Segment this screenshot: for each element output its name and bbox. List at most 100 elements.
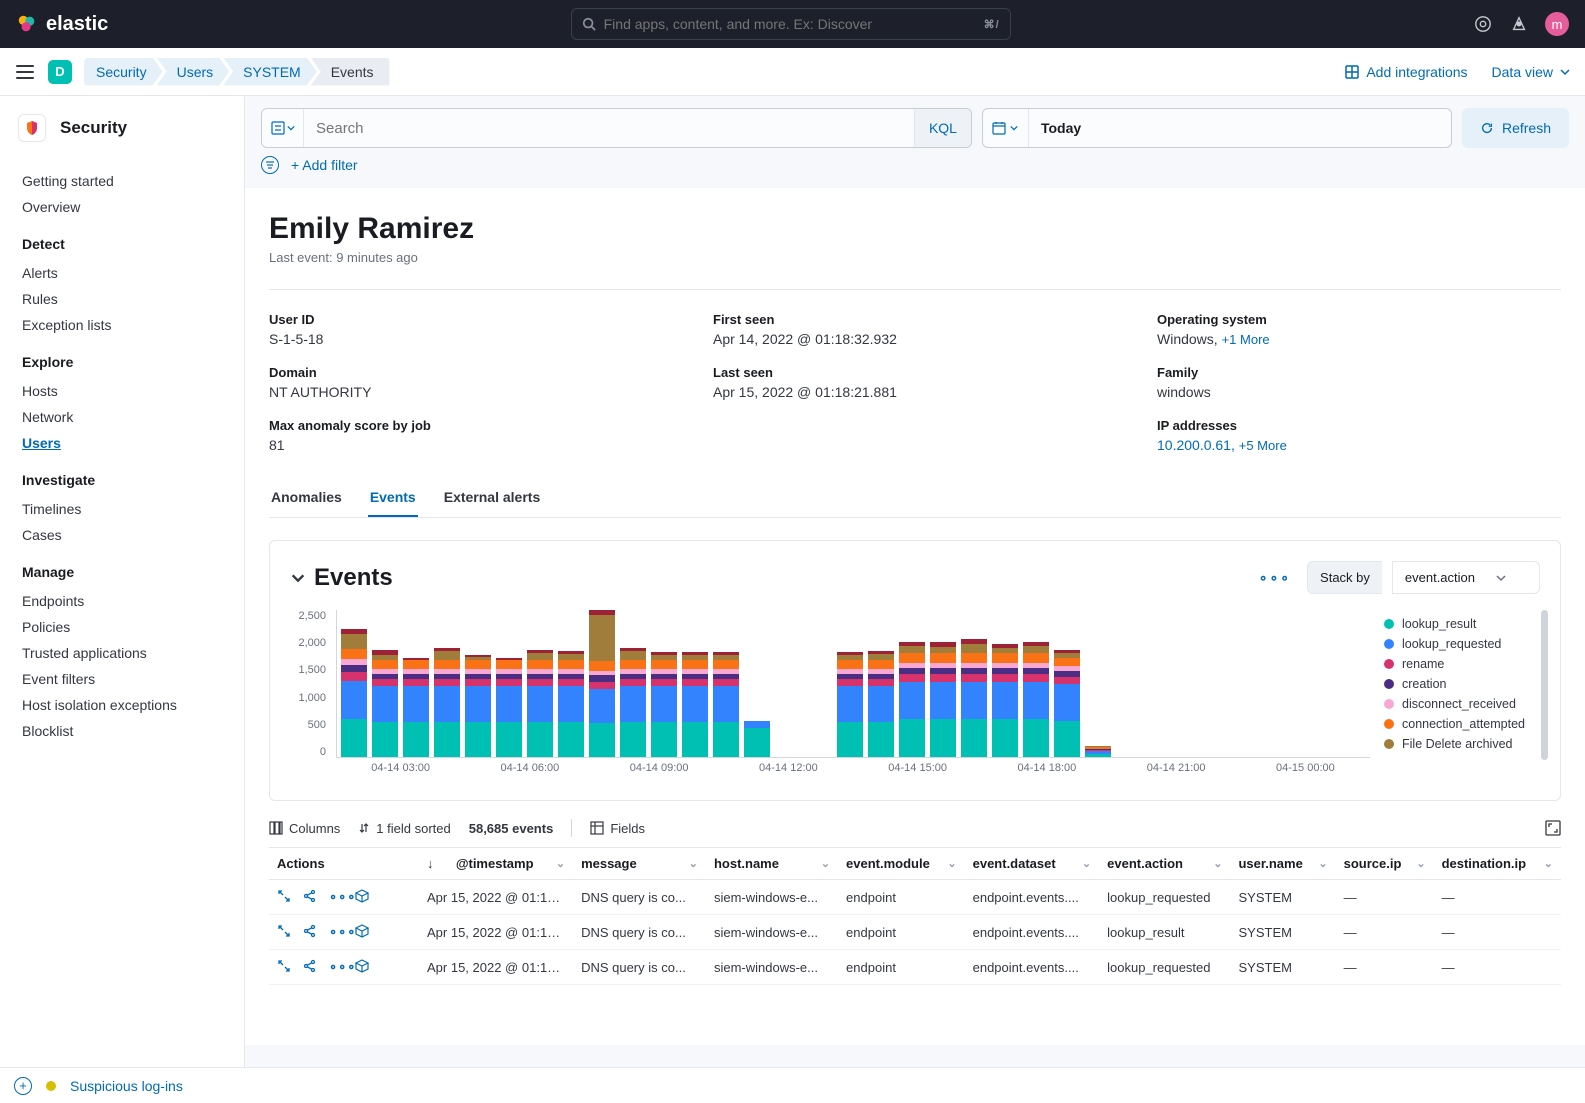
sidebar-item-hosts[interactable]: Hosts (22, 378, 222, 404)
chart-bar[interactable] (806, 610, 832, 757)
nav-toggle-icon[interactable] (14, 61, 36, 83)
chart-bar[interactable] (434, 610, 460, 757)
chevron-down-icon[interactable]: ⌄ (556, 857, 565, 870)
global-search[interactable]: ⌘/ (571, 8, 1011, 40)
sidebar-item-network[interactable]: Network (22, 404, 222, 430)
cube-icon[interactable] (355, 924, 373, 940)
more-actions-icon[interactable]: ∘∘∘ (329, 959, 347, 975)
tab-external-alerts[interactable]: External alerts (442, 479, 543, 517)
column-header[interactable]: ↓@timestamp⌄ (419, 848, 573, 880)
column-header[interactable]: host.name⌄ (706, 848, 838, 880)
sidebar-item-endpoints[interactable]: Endpoints (22, 588, 222, 614)
column-header[interactable]: event.action⌄ (1099, 848, 1230, 880)
filter-options-icon[interactable] (261, 156, 279, 174)
legend-item[interactable]: connection_attempted (1384, 714, 1540, 734)
chevron-down-icon[interactable]: ⌄ (821, 857, 830, 870)
chart-bar[interactable] (930, 610, 956, 757)
chart-bar[interactable] (775, 610, 801, 757)
chart-bar[interactable] (713, 610, 739, 757)
add-timeline-icon[interactable]: + (14, 1077, 32, 1095)
chart-bar[interactable] (558, 610, 584, 757)
chevron-down-icon[interactable]: ⌄ (1318, 857, 1327, 870)
stack-by-select[interactable]: event.action (1392, 561, 1540, 594)
sidebar-item-overview[interactable]: Overview (22, 194, 222, 220)
legend-item[interactable]: lookup_requested (1384, 634, 1540, 654)
date-picker[interactable]: Today (982, 108, 1452, 148)
chart-bar[interactable] (961, 610, 987, 757)
chevron-down-icon[interactable]: ⌄ (1082, 857, 1091, 870)
chart-bar[interactable] (620, 610, 646, 757)
chart-bar[interactable] (992, 610, 1018, 757)
global-search-input[interactable] (604, 16, 976, 32)
legend-item[interactable]: File Delete archived (1384, 734, 1540, 754)
legend-scrollbar[interactable] (1541, 610, 1548, 760)
chart-bar[interactable] (465, 610, 491, 757)
sidebar-item-alerts[interactable]: Alerts (22, 260, 222, 286)
legend-item[interactable]: creation (1384, 674, 1540, 694)
chart-bar[interactable] (341, 610, 367, 757)
os-more-link[interactable]: +1 More (1222, 332, 1270, 347)
breadcrumb-users[interactable]: Users (157, 58, 230, 86)
tab-events[interactable]: Events (368, 479, 418, 517)
expand-icon[interactable] (277, 959, 295, 975)
data-view-selector[interactable]: Data view (1492, 64, 1571, 80)
sidebar-item-trusted-applications[interactable]: Trusted applications (22, 640, 222, 666)
sidebar-item-host-isolation-exceptions[interactable]: Host isolation exceptions (22, 692, 222, 718)
add-integrations-link[interactable]: Add integrations (1344, 64, 1467, 80)
sidebar-item-getting-started[interactable]: Getting started (22, 168, 222, 194)
legend-item[interactable]: rename (1384, 654, 1540, 674)
cube-icon[interactable] (355, 889, 373, 905)
sidebar-item-blocklist[interactable]: Blocklist (22, 718, 222, 744)
query-bar[interactable]: KQL (261, 108, 972, 148)
chart-bar[interactable] (372, 610, 398, 757)
query-language[interactable]: KQL (914, 109, 971, 147)
chevron-down-icon[interactable]: ⌄ (1213, 857, 1222, 870)
chevron-down-icon[interactable]: ⌄ (1416, 857, 1425, 870)
chevron-down-icon[interactable]: ⌄ (689, 857, 698, 870)
query-options-icon[interactable] (262, 109, 304, 147)
chart-bar[interactable] (1054, 610, 1080, 757)
chart-bar[interactable] (403, 610, 429, 757)
ip-more-link[interactable]: +5 More (1239, 438, 1287, 453)
sidebar-item-timelines[interactable]: Timelines (22, 496, 222, 522)
sidebar-item-cases[interactable]: Cases (22, 522, 222, 548)
legend-item[interactable]: disconnect_received (1384, 694, 1540, 714)
breadcrumb-security[interactable]: Security (84, 58, 163, 86)
chevron-down-icon[interactable]: ⌄ (947, 857, 956, 870)
events-chart[interactable]: 2,5002,0001,5001,0005000 04-14 03:0004-1… (290, 610, 1370, 780)
column-header[interactable]: message⌄ (573, 848, 706, 880)
chart-bar[interactable] (651, 610, 677, 757)
column-header[interactable]: destination.ip⌄ (1434, 848, 1561, 880)
more-actions-icon[interactable]: ∘∘∘ (329, 889, 347, 905)
breadcrumb-system[interactable]: SYSTEM (223, 58, 317, 86)
column-header[interactable]: Actions (269, 848, 419, 880)
sort-button[interactable]: 1 field sorted (358, 821, 450, 836)
more-actions-icon[interactable]: ∘∘∘ (329, 924, 347, 940)
add-filter-button[interactable]: + Add filter (291, 157, 358, 173)
column-header[interactable]: user.name⌄ (1230, 848, 1335, 880)
chart-bar[interactable] (1085, 610, 1111, 757)
chart-bar[interactable] (682, 610, 708, 757)
analyze-icon[interactable] (303, 924, 321, 940)
chart-bar[interactable] (1023, 610, 1049, 757)
chevron-down-icon[interactable]: ⌄ (1544, 857, 1553, 870)
fullscreen-button[interactable] (1545, 820, 1561, 836)
sidebar-item-exception-lists[interactable]: Exception lists (22, 312, 222, 338)
chart-bar[interactable] (899, 610, 925, 757)
expand-icon[interactable] (277, 889, 295, 905)
chart-bar[interactable] (744, 610, 770, 757)
query-input[interactable] (304, 109, 914, 147)
chevron-down-icon[interactable] (290, 570, 306, 586)
newsfeed-icon[interactable] (1509, 14, 1529, 34)
chart-bar[interactable] (868, 610, 894, 757)
column-header[interactable]: event.dataset⌄ (965, 848, 1100, 880)
tab-anomalies[interactable]: Anomalies (269, 479, 344, 517)
timeline-title[interactable]: Suspicious log-ins (70, 1078, 183, 1094)
refresh-button[interactable]: Refresh (1462, 108, 1569, 148)
chart-bar[interactable] (837, 610, 863, 757)
space-selector[interactable]: D (48, 60, 72, 84)
user-avatar[interactable]: m (1545, 12, 1569, 36)
calendar-icon[interactable] (983, 109, 1029, 147)
chart-bar[interactable] (496, 610, 522, 757)
expand-icon[interactable] (277, 924, 295, 940)
